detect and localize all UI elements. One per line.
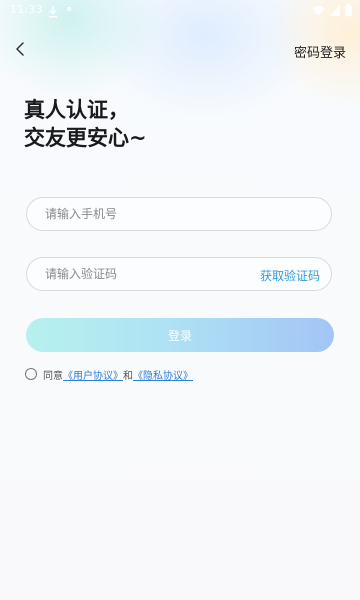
wifi-icon (312, 1, 325, 20)
user-agreement-link[interactable]: 《用户协议》 (63, 367, 123, 382)
battery-icon (345, 1, 352, 20)
phone-input-box (26, 197, 332, 231)
status-icons (312, 3, 352, 16)
phone-input[interactable] (45, 198, 245, 230)
agreement-row: 同意 《用户协议》 和 《隐私协议》 (25, 366, 193, 382)
dot-icon (67, 7, 71, 11)
agreement-conjunction: 和 (123, 370, 133, 382)
signal-icon (330, 1, 340, 20)
title-line-2: 交友更安心~ (24, 126, 147, 150)
back-button[interactable] (9, 37, 31, 63)
agreement-checkbox[interactable] (25, 368, 37, 380)
code-input-box: 获取验证码 (26, 257, 332, 291)
chevron-left-icon (15, 41, 25, 60)
verification-code-input[interactable] (45, 258, 245, 290)
status-bar: 11:33 (0, 0, 360, 20)
agreement-prefix: 同意 (43, 370, 63, 382)
status-time: 11:33 (10, 3, 43, 16)
password-login-link[interactable]: 密码登录 (294, 42, 346, 61)
login-screen: 11:33 密码登录 真人认证， 交友更安心~ 请输入手机号 请输入验证码 获取… (0, 0, 360, 600)
login-button[interactable]: 登录 (26, 318, 334, 352)
get-code-button[interactable]: 获取验证码 (260, 267, 320, 284)
privacy-agreement-link[interactable]: 《隐私协议》 (133, 367, 193, 382)
page-title: 真人认证， 交友更安心~ (24, 96, 147, 152)
download-icon (48, 3, 58, 18)
title-line-1: 真人认证， (24, 98, 129, 122)
